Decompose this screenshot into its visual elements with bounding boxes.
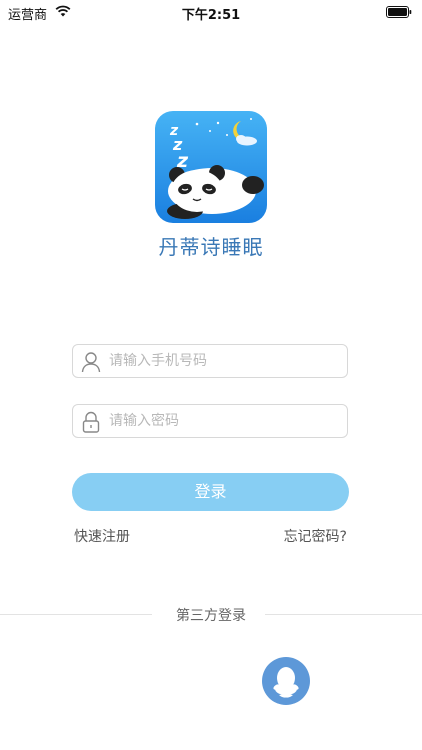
- panda-logo-icon: z z z: [155, 111, 267, 223]
- login-button[interactable]: 登录: [72, 473, 349, 511]
- qq-login-button[interactable]: [262, 657, 310, 705]
- phone-field[interactable]: [72, 344, 348, 378]
- lock-icon: [82, 411, 100, 433]
- user-icon: [81, 352, 101, 373]
- app-name: 丹蒂诗睡眠: [158, 235, 264, 259]
- password-field[interactable]: [72, 404, 348, 438]
- status-bar: 运营商 下午2:51: [0, 0, 422, 24]
- divider-right: [265, 614, 422, 615]
- quick-register-link[interactable]: 快速注册: [74, 526, 130, 546]
- third-party-login-label: 第三方登录: [176, 608, 246, 624]
- status-time: 下午2:51: [181, 8, 241, 23]
- app-logo: z z z: [155, 111, 267, 223]
- password-input[interactable]: [109, 405, 339, 437]
- forgot-password-link[interactable]: 忘记密码?: [284, 526, 347, 546]
- battery-icon: [386, 6, 412, 18]
- phone-input[interactable]: [109, 345, 339, 377]
